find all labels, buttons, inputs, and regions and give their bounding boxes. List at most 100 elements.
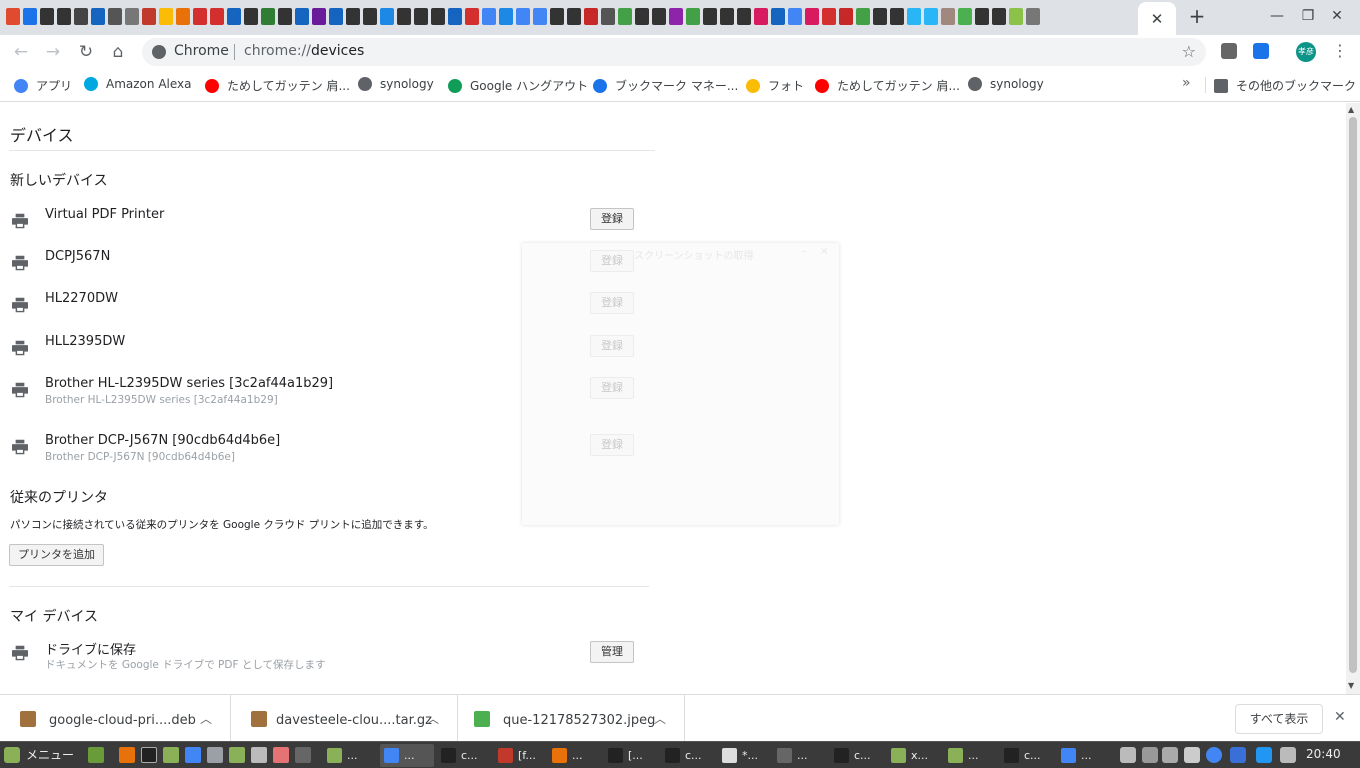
overlay-minimize-icon[interactable]: –	[802, 246, 807, 257]
tab-favicon-icon[interactable]	[499, 8, 513, 25]
extension-checklist-icon[interactable]	[1253, 43, 1269, 59]
download-item[interactable]: google-cloud-pri....deb ︿	[0, 695, 231, 742]
tab-favicon-icon[interactable]	[295, 8, 309, 25]
taskbar-window-button[interactable]: c...	[830, 744, 884, 767]
tab-favicon-icon[interactable]	[601, 8, 615, 25]
chevron-up-icon[interactable]: ︿	[654, 710, 666, 727]
chrome-launcher-icon[interactable]	[185, 747, 201, 763]
tab-favicon-icon[interactable]	[40, 8, 54, 25]
shield-tray-icon[interactable]	[1230, 747, 1246, 763]
tab-favicon-icon[interactable]	[193, 8, 207, 25]
tab-favicon-icon[interactable]	[992, 8, 1006, 25]
bookmark-hangouts[interactable]: Google ハングアウト	[448, 77, 588, 94]
bookmark-manager[interactable]: ブックマーク マネー...	[593, 77, 738, 94]
tab-favicon-icon[interactable]	[924, 8, 938, 25]
network-tray-icon[interactable]	[1280, 747, 1296, 763]
files-launcher-icon[interactable]	[163, 747, 179, 763]
bluetooth-tray-icon[interactable]	[1256, 747, 1272, 763]
manage-button[interactable]: 管理	[590, 641, 634, 663]
add-printer-button[interactable]: プリンタを追加	[9, 544, 104, 566]
active-tab[interactable]: ✕	[1138, 2, 1176, 35]
register-button[interactable]: 登録	[590, 208, 634, 230]
tab-favicon-icon[interactable]	[839, 8, 853, 25]
extension-chat-icon[interactable]	[1221, 43, 1237, 59]
tab-favicon-icon[interactable]	[975, 8, 989, 25]
taskbar-window-button[interactable]: ...	[380, 744, 434, 767]
tab-favicon-icon[interactable]	[737, 8, 751, 25]
tab-favicon-icon[interactable]	[482, 8, 496, 25]
new-tab-button[interactable]: +	[1186, 6, 1208, 28]
tab-favicon-icon[interactable]	[108, 8, 122, 25]
chevron-up-icon[interactable]: ︿	[427, 710, 439, 727]
clipboard-tray-icon[interactable]	[1142, 747, 1158, 763]
tab-favicon-icon[interactable]	[771, 8, 785, 25]
tab-favicon-icon[interactable]	[703, 8, 717, 25]
tab-favicon-icon[interactable]	[720, 8, 734, 25]
monitor-launcher-icon[interactable]	[295, 747, 311, 763]
tab-favicon-icon[interactable]	[856, 8, 870, 25]
tab-favicon-icon[interactable]	[6, 8, 20, 25]
tab-favicon-icon[interactable]	[159, 8, 173, 25]
taskbar-window-button[interactable]: ...	[548, 744, 602, 767]
bookmark-gatten-2[interactable]: ためしてガッテン 肩...	[815, 77, 960, 94]
tab-favicon-icon[interactable]	[1026, 8, 1040, 25]
show-desktop-icon[interactable]	[88, 747, 104, 763]
bookmark-apps[interactable]: アプリ	[14, 77, 72, 94]
taskbar-window-button[interactable]: [f...	[494, 744, 548, 767]
tab-favicon-icon[interactable]	[584, 8, 598, 25]
tab-favicon-icon[interactable]	[652, 8, 666, 25]
tab-favicon-icon[interactable]	[754, 8, 768, 25]
download-item[interactable]: davesteele-clou....tar.gz ︿	[231, 695, 458, 742]
tab-favicon-icon[interactable]	[74, 8, 88, 25]
reload-button[interactable]: ↻	[75, 41, 97, 63]
back-button[interactable]: ←	[10, 41, 32, 63]
page-scrollbar[interactable]: ▲ ▼	[1346, 103, 1360, 694]
chrome-tray-icon[interactable]	[1206, 747, 1222, 763]
window-close-button[interactable]: ✕	[1327, 8, 1347, 24]
tab-favicon-icon[interactable]	[91, 8, 105, 25]
chrome-menu-icon[interactable]: ⋮	[1332, 41, 1348, 60]
tab-favicon-icon[interactable]	[686, 8, 700, 25]
bookmark-synology-2[interactable]: synology	[968, 77, 1044, 91]
taskbar-window-button[interactable]: c...	[1000, 744, 1054, 767]
tab-favicon-icon[interactable]	[805, 8, 819, 25]
taskbar-window-button[interactable]: c...	[437, 744, 491, 767]
scroll-up-icon[interactable]: ▲	[1348, 105, 1354, 114]
taskbar-window-button[interactable]: ...	[944, 744, 998, 767]
minimize-button[interactable]: —	[1267, 8, 1287, 24]
download-item[interactable]: que-12178527302.jpeg ︿	[458, 695, 685, 742]
tab-favicon-icon[interactable]	[431, 8, 445, 25]
tab-favicon-icon[interactable]	[261, 8, 275, 25]
tab-favicon-icon[interactable]	[227, 8, 241, 25]
scroll-down-icon[interactable]: ▼	[1348, 681, 1354, 690]
user-tray-icon[interactable]	[1120, 747, 1136, 763]
home-button[interactable]: ⌂	[107, 41, 129, 63]
tab-favicon-icon[interactable]	[873, 8, 887, 25]
tab-favicon-icon[interactable]	[397, 8, 411, 25]
taskbar-window-button[interactable]: [...	[604, 744, 658, 767]
other-bookmarks[interactable]: その他のブックマーク	[1214, 77, 1356, 94]
overlay-close-icon[interactable]: ×	[820, 246, 828, 257]
restore-button[interactable]: ❐	[1298, 8, 1318, 24]
show-all-downloads-button[interactable]: すべて表示	[1235, 704, 1323, 734]
tab-favicon-icon[interactable]	[210, 8, 224, 25]
taskbar-window-button[interactable]: ...	[1057, 744, 1111, 767]
tab-favicon-icon[interactable]	[1009, 8, 1023, 25]
tab-favicon-icon[interactable]	[329, 8, 343, 25]
profile-avatar[interactable]: 孝彦	[1296, 42, 1316, 62]
tab-favicon-icon[interactable]	[822, 8, 836, 25]
tab-favicon-icon[interactable]	[312, 8, 326, 25]
bookmark-synology-1[interactable]: synology	[358, 77, 434, 91]
taskbar-window-button[interactable]: ...	[323, 744, 377, 767]
bookmark-photos[interactable]: フォト	[746, 77, 804, 94]
bookmark-star-icon[interactable]: ☆	[1182, 42, 1196, 61]
forward-button[interactable]: →	[42, 41, 64, 63]
tab-favicon-icon[interactable]	[635, 8, 649, 25]
folder-launcher-icon[interactable]	[229, 747, 245, 763]
tab-favicon-icon[interactable]	[23, 8, 37, 25]
tab-favicon-icon[interactable]	[567, 8, 581, 25]
tab-favicon-icon[interactable]	[346, 8, 360, 25]
tab-favicon-icon[interactable]	[363, 8, 377, 25]
tab-favicon-icon[interactable]	[958, 8, 972, 25]
tab-favicon-icon[interactable]	[465, 8, 479, 25]
